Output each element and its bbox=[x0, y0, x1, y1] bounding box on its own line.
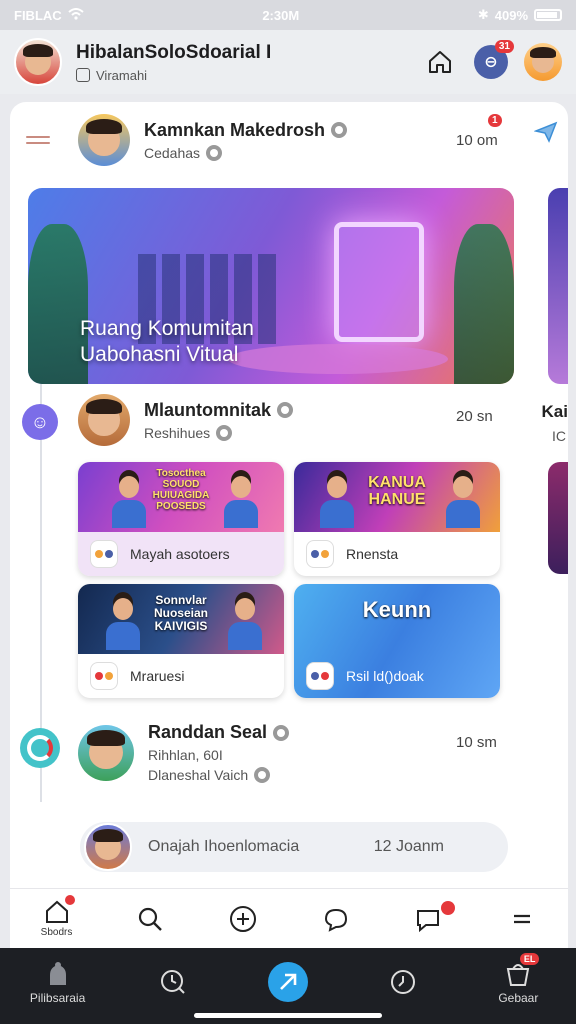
nav-menu[interactable] bbox=[492, 911, 552, 927]
app-chip-icon bbox=[306, 540, 334, 568]
wifi-icon bbox=[68, 7, 84, 23]
card-caption: Rnensta bbox=[346, 546, 399, 562]
app-chip-icon bbox=[90, 662, 118, 690]
peek-author: Kai bbox=[541, 402, 568, 421]
menu-icon bbox=[513, 914, 530, 923]
send-icon bbox=[280, 973, 297, 990]
media-card[interactable]: Sonnvlar Nuoseian KAIVIGIS Mraruesi bbox=[78, 584, 284, 698]
info-icon bbox=[216, 424, 233, 441]
chat-icon bbox=[324, 908, 347, 932]
comment-bar[interactable]: Onajah Ihoenlomacia 12 Joanm bbox=[80, 822, 508, 872]
app-chip-icon bbox=[306, 662, 334, 690]
bot-icon[interactable]: ☺ bbox=[22, 404, 58, 440]
info-icon bbox=[254, 767, 271, 783]
post-avatar[interactable] bbox=[78, 724, 134, 781]
next-banner-peek[interactable] bbox=[548, 188, 568, 384]
battery-icon bbox=[534, 9, 562, 21]
messages-icon: ⊖ bbox=[484, 54, 498, 71]
nav-create[interactable] bbox=[213, 905, 273, 933]
post-avatar[interactable] bbox=[78, 394, 130, 446]
messages-badge-dot bbox=[440, 900, 455, 915]
bottom-tab-bar: Pilibsaraia EL Gebaar bbox=[0, 948, 576, 1024]
carrier-label: FIBLAC bbox=[14, 7, 62, 23]
peek-subtitle: IC bbox=[552, 428, 566, 444]
post-header: Kamnkan Makedrosh Cedahas bbox=[78, 114, 348, 166]
post-subtitle: Cedahas bbox=[144, 144, 201, 161]
post-author[interactable]: Mlauntomnitak bbox=[144, 400, 271, 421]
message-icon bbox=[416, 909, 439, 932]
post-header: Randdan Seal Rihhlan, 60I Dlaneshal Vaic… bbox=[78, 722, 290, 783]
nav-home-label: Sbodrs bbox=[40, 927, 73, 938]
post-time: 10 om bbox=[456, 132, 498, 149]
tab-profile-label: Gebaar bbox=[498, 991, 539, 1005]
bluetooth-icon: ✱ bbox=[477, 7, 489, 22]
post-badge: 1 bbox=[488, 114, 502, 127]
inner-nav: Sbodrs bbox=[10, 888, 568, 948]
create-fab[interactable] bbox=[267, 962, 308, 1002]
tab-explore[interactable] bbox=[128, 968, 218, 996]
post-author[interactable]: Kamnkan Makedrosh bbox=[144, 120, 325, 141]
media-card[interactable]: KANUA HANUE Rnensta bbox=[294, 462, 500, 576]
nav-community[interactable] bbox=[306, 905, 366, 933]
home-indicator bbox=[194, 1013, 382, 1018]
post-time: 20 sn bbox=[456, 408, 493, 425]
clock-icon bbox=[391, 970, 416, 994]
messages-badge: 31 bbox=[494, 40, 514, 53]
tab-profile-badge: EL bbox=[519, 953, 540, 965]
info-icon bbox=[206, 144, 223, 161]
post-avatar[interactable] bbox=[78, 114, 130, 166]
community-banner[interactable]: Ruang Komumitan Uabohasni Vitual bbox=[28, 188, 514, 384]
post-header: Mlauntomnitak Reshihues bbox=[78, 394, 294, 446]
nav-messages[interactable] bbox=[399, 900, 459, 933]
clock: 2:30M bbox=[262, 7, 300, 23]
tab-home-label: Pilibsaraia bbox=[29, 991, 86, 1005]
profile-avatar[interactable] bbox=[524, 43, 562, 81]
add-icon bbox=[229, 905, 256, 932]
media-card[interactable]: Keunn Rsil ld()doak bbox=[294, 584, 500, 698]
nav-search[interactable] bbox=[120, 905, 180, 933]
explore-icon bbox=[160, 970, 185, 994]
post-location: Dlaneshal Vaich bbox=[148, 767, 249, 783]
feed: ☺ Kamnkan Makedrosh Cedahas 10 om 1 Ruan… bbox=[10, 102, 568, 948]
post-subtitle: Rihhlan, 60I bbox=[148, 747, 223, 763]
portal-graphic bbox=[334, 222, 424, 342]
post-time: 10 sm bbox=[456, 734, 497, 751]
page-icon bbox=[76, 68, 90, 82]
search-icon bbox=[138, 907, 162, 931]
post-author[interactable]: Randdan Seal bbox=[148, 722, 267, 743]
home-badge bbox=[64, 895, 75, 905]
tab-home[interactable]: Pilibsaraia bbox=[13, 959, 103, 1005]
nav-home[interactable]: Sbodrs bbox=[27, 895, 87, 938]
post-subtitle: Reshihues bbox=[144, 424, 211, 441]
battery-percent: 409% bbox=[494, 7, 528, 23]
comment-text: Onajah Ihoenlomacia bbox=[148, 838, 300, 855]
page-title: HibalanSoloSdoarial I bbox=[76, 41, 272, 63]
verified-icon bbox=[273, 724, 290, 741]
record-icon[interactable] bbox=[20, 728, 60, 768]
banner-title: Ruang Komumitan Uabohasni Vitual bbox=[80, 317, 254, 366]
verified-icon bbox=[277, 402, 294, 418]
comment-avatar bbox=[84, 823, 132, 871]
home-button[interactable] bbox=[422, 44, 458, 80]
menu-icon[interactable] bbox=[26, 132, 50, 148]
page-subtitle: Viramahi bbox=[96, 67, 148, 83]
app-header: HibalanSoloSdoarial I Viramahi ⊖ 31 bbox=[0, 30, 576, 94]
next-card-peek[interactable] bbox=[548, 462, 568, 574]
card-caption: Rsil ld()doak bbox=[346, 668, 424, 684]
comment-count: 12 Joanm bbox=[373, 838, 444, 855]
card-caption: Mraruesi bbox=[130, 668, 185, 684]
verified-icon bbox=[331, 122, 348, 138]
person-icon bbox=[49, 962, 66, 985]
messages-button[interactable]: ⊖ 31 bbox=[474, 40, 514, 79]
media-card[interactable]: Tosocthea SOUOD HUIUAGIDA POOSEDS Mayah … bbox=[78, 462, 284, 576]
tab-create[interactable] bbox=[243, 962, 333, 1002]
tab-activity[interactable] bbox=[358, 968, 448, 996]
home-icon bbox=[429, 51, 451, 73]
user-avatar[interactable] bbox=[14, 38, 62, 86]
card-caption: Mayah asotoers bbox=[130, 546, 230, 562]
send-icon[interactable] bbox=[534, 120, 558, 144]
status-bar: FIBLAC 2:30M ✱ 409% bbox=[0, 0, 576, 30]
app-chip-icon bbox=[90, 540, 118, 568]
tab-profile[interactable]: EL Gebaar bbox=[473, 953, 563, 1005]
